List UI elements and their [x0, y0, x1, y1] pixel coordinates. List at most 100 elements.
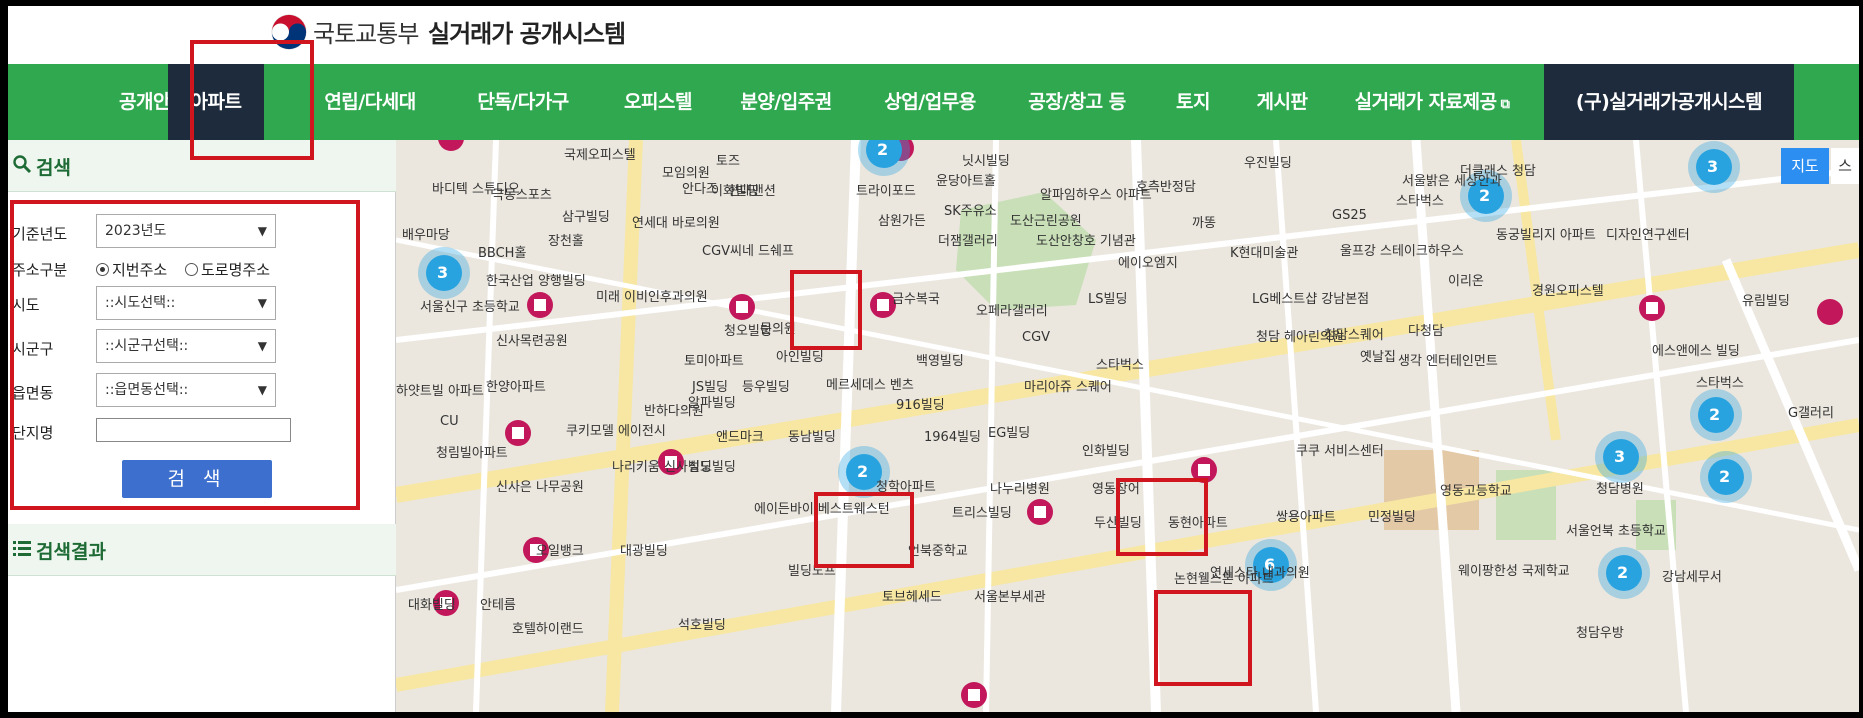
- map-label: 석호빌딩: [678, 618, 726, 633]
- map-label: 한양아파트: [486, 380, 546, 395]
- map-label: 나누리병원: [990, 482, 1050, 497]
- map-label: 오페라갤러리: [976, 304, 1048, 319]
- external-link-icon: ⧉: [1500, 97, 1510, 112]
- apartment-marker-icon[interactable]: [729, 294, 755, 320]
- nav-board[interactable]: 게시판: [1246, 64, 1318, 140]
- results-section-header: 검색결과: [8, 524, 396, 576]
- nav-factory[interactable]: 공장/창고 등: [1014, 64, 1140, 140]
- map-label: 스타벅스: [1096, 358, 1144, 373]
- map-label: 서울본부세관: [974, 590, 1046, 605]
- map-label: 더잼갤러리: [938, 234, 998, 249]
- map-label: 916빌딩: [896, 398, 945, 413]
- satellite-type-button[interactable]: 스: [1831, 148, 1859, 184]
- map-label: 동남빌딩: [788, 430, 836, 445]
- highlight-box-marker: [1116, 478, 1208, 556]
- apartment-marker-icon[interactable]: [438, 140, 464, 151]
- map-label: 장천홀: [548, 234, 584, 249]
- search-icon: [13, 155, 32, 174]
- nav-presale[interactable]: 분양/입주권: [728, 64, 844, 140]
- map-label: 하얏트빌 아파트: [396, 384, 484, 399]
- system-title[interactable]: 실거래가 공개시스템: [428, 14, 626, 49]
- map-label: 생각 엔터테인먼트: [1398, 354, 1498, 369]
- map-label: 등우빌딩: [742, 380, 790, 395]
- apartment-marker-icon[interactable]: [505, 420, 531, 446]
- map-label: 쿠키모델 에이전시: [566, 424, 666, 439]
- map-label: 앤드마크: [716, 430, 764, 445]
- map-label: 대화빌딩: [408, 598, 456, 613]
- map-label: 에이오엠지: [1118, 256, 1178, 271]
- map-label: 극동스포츠: [492, 188, 552, 203]
- map-label: 토즈: [716, 154, 740, 169]
- map-label: 토브헤세드: [882, 590, 942, 605]
- map-label: 안테름: [480, 598, 516, 613]
- map-label: 안다즈: [682, 182, 718, 197]
- map-label: 인화빌딩: [1082, 444, 1130, 459]
- nav-land[interactable]: 토지: [1168, 64, 1218, 140]
- nav-detached[interactable]: 단독/다가구: [464, 64, 582, 140]
- map-label: 연세대 바로의원: [632, 216, 720, 231]
- map-label: 경원오피스텔: [1532, 284, 1604, 299]
- apartment-marker-icon[interactable]: [527, 292, 553, 318]
- map-label: 울프강 스테이크하우스: [1340, 244, 1464, 259]
- map-label: 도산안창호 기념관: [1036, 234, 1136, 249]
- ministry-name[interactable]: 국토교통부: [313, 14, 419, 49]
- map-type-button[interactable]: 지도: [1781, 148, 1829, 184]
- map-label: LG베스트샵 강남본점: [1252, 292, 1370, 307]
- map-label: BBCH홀: [478, 246, 527, 261]
- map-label: 청담우방: [1576, 626, 1624, 641]
- map-label: 까똥: [1192, 216, 1216, 231]
- cluster-count: 2: [877, 140, 889, 159]
- map-label: 대광빌딩: [620, 544, 668, 559]
- map-canvas[interactable]: 3 2 2 3 2 2 3 6 2 2 국제오피스텔 바디텍 스튜디오 극동스포…: [396, 140, 1859, 712]
- apartment-marker-icon[interactable]: [961, 682, 987, 708]
- map-label: 서울밝은 세상안과: [1402, 174, 1502, 189]
- nav-rowhouse[interactable]: 연립/다세대: [314, 64, 426, 140]
- highlight-box-marker: [814, 492, 914, 568]
- map-label: 스타벅스: [1696, 376, 1744, 391]
- apartment-marker-icon[interactable]: [1027, 499, 1053, 525]
- map-label: CGV: [1022, 330, 1051, 345]
- map-label: 에스앤에스 빌딩: [1652, 344, 1740, 359]
- map-label: 삼구빌딩: [562, 210, 610, 225]
- map-label: GS25: [1332, 208, 1367, 223]
- map-label: K현대미술관: [1230, 246, 1299, 261]
- map-label: 강남세무서: [1662, 570, 1722, 585]
- nav-old-system[interactable]: (구)실거래가공개시스템: [1544, 64, 1794, 140]
- road: [1411, 140, 1461, 712]
- map-label: 유림빌딩: [1742, 294, 1790, 309]
- map-label: 민정빌딩: [1368, 510, 1416, 525]
- map-label: 디자인연구센터: [1606, 228, 1690, 243]
- map-label: G갤러리: [1788, 406, 1834, 421]
- map-label: 트라이포드: [856, 184, 916, 199]
- map-label: 청림빌아파트: [436, 446, 508, 461]
- road: [1273, 140, 1319, 712]
- cluster-count: 2: [857, 462, 869, 481]
- map-label: 청담 헤아린의원: [1256, 330, 1344, 345]
- map-label: 우진빌딩: [1244, 156, 1292, 171]
- map-label: 웨이팡한성 국제학교: [1458, 564, 1570, 579]
- highlight-box-marker: [1154, 590, 1252, 686]
- nav-data-provision[interactable]: 실거래가 자료제공 ⧉: [1342, 64, 1522, 140]
- apartment-marker-icon[interactable]: [1817, 299, 1843, 325]
- map-label: 언북중학교: [908, 544, 968, 559]
- nav-officetel[interactable]: 오피스텔: [610, 64, 706, 140]
- cluster-count: 2: [1617, 563, 1629, 582]
- map-label: 호텔하이랜드: [512, 622, 584, 637]
- apartment-marker-icon[interactable]: [1639, 295, 1665, 321]
- map-label: 1964빌딩: [924, 430, 982, 445]
- map-label: 마리아쥬 스퀘어: [1024, 380, 1112, 395]
- map-label: 청담병원: [1596, 482, 1644, 497]
- nav-data-provision-label: 실거래가 자료제공: [1354, 91, 1497, 113]
- nav-commercial[interactable]: 상업/업무용: [872, 64, 988, 140]
- search-title: 검색: [36, 157, 71, 179]
- map-label: 신사은 나무공원: [496, 480, 584, 495]
- map-label: 메르세데스 벤츠: [826, 378, 914, 393]
- cluster-count: 2: [1709, 405, 1721, 424]
- highlight-box-apartment-tab: [190, 40, 314, 160]
- map-label: 트리스빌딩: [952, 506, 1012, 521]
- map-label: 연세스타 내과의원: [1210, 566, 1310, 581]
- map-label: 이리온: [1448, 274, 1484, 289]
- cluster-count: 3: [437, 263, 449, 282]
- results-title: 검색결과: [36, 541, 106, 563]
- map-label: 옛날집: [1360, 350, 1396, 365]
